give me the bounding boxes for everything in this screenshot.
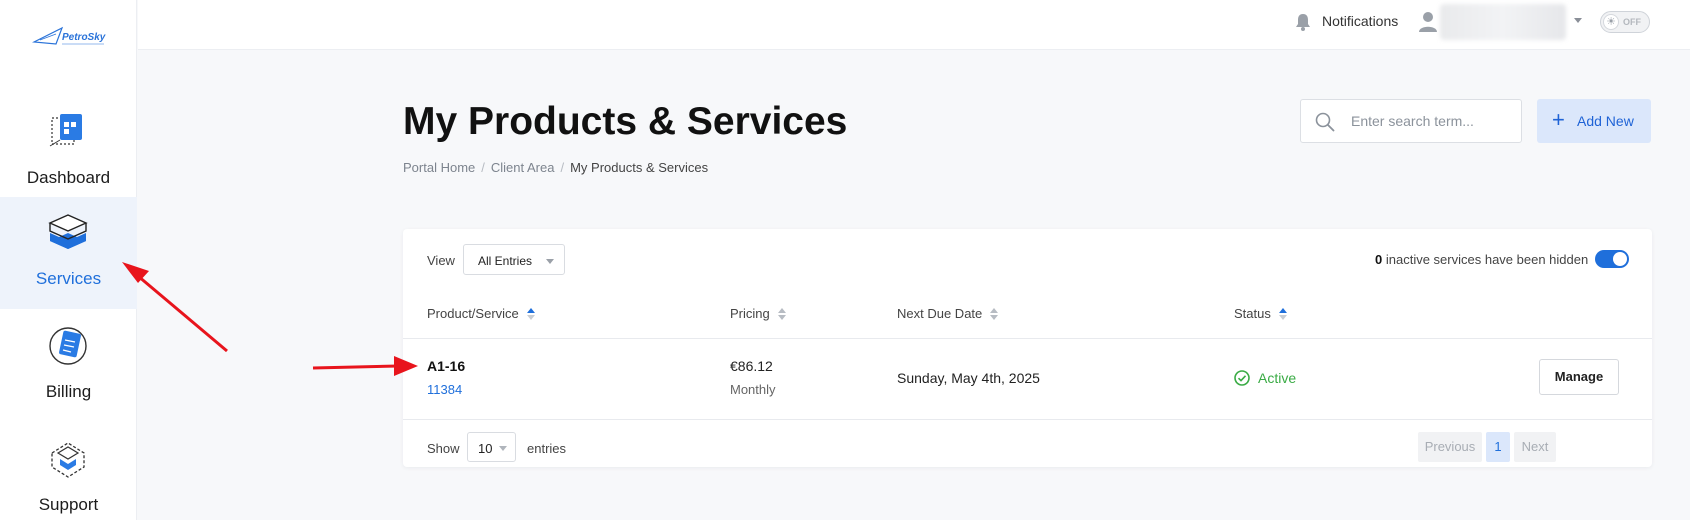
search-box: [1300, 99, 1522, 143]
billing-icon: [49, 327, 87, 365]
view-label: View: [427, 253, 455, 268]
hidden-note-text: inactive services have been hidden: [1385, 252, 1589, 267]
notifications-link[interactable]: Notifications: [1322, 13, 1398, 29]
dashboard-icon: [49, 114, 82, 147]
page-length-select[interactable]: 10: [467, 432, 516, 462]
column-header-label: Product/Service: [427, 306, 519, 321]
petrosky-logo[interactable]: PetroSky: [31, 22, 106, 52]
breadcrumb-client-area[interactable]: Client Area: [491, 160, 555, 175]
chevron-down-icon: [499, 446, 507, 451]
chevron-down-icon: [546, 259, 554, 264]
services-table-card: View All Entries 0 inactive services hav…: [403, 229, 1652, 467]
theme-toggle-label: OFF: [1623, 17, 1641, 27]
services-icon: [48, 214, 88, 249]
pagination-previous[interactable]: Previous: [1418, 432, 1482, 462]
pagination-page[interactable]: 1: [1486, 432, 1510, 462]
column-header-status[interactable]: Status: [1234, 306, 1287, 321]
add-new-button[interactable]: + Add New: [1537, 99, 1651, 143]
product-name[interactable]: A1-16: [427, 358, 465, 374]
entries-label: entries: [527, 441, 567, 456]
sun-icon: ☀: [1603, 14, 1619, 30]
sidebar-item-services[interactable]: Services: [0, 197, 137, 309]
bell-icon[interactable]: [1293, 12, 1313, 32]
support-icon: [51, 442, 85, 478]
product-id-link[interactable]: 11384: [427, 382, 462, 397]
billing-cycle: Monthly: [730, 382, 776, 397]
hidden-count: 0: [1375, 252, 1383, 267]
sidebar-item-billing[interactable]: Billing: [0, 310, 137, 422]
check-circle-icon: [1234, 370, 1250, 386]
view-filter-value: All Entries: [478, 254, 533, 268]
view-filter-select[interactable]: All Entries: [463, 244, 565, 275]
sort-icon: [526, 308, 535, 320]
sidebar-item-label: Dashboard: [26, 168, 111, 187]
sort-icon: [990, 308, 999, 320]
theme-toggle[interactable]: ☀ OFF: [1600, 11, 1650, 33]
breadcrumb-current: My Products & Services: [570, 160, 709, 175]
column-header-label: Next Due Date: [897, 306, 983, 321]
divider: [403, 338, 1652, 339]
user-name-blurred[interactable]: [1440, 4, 1566, 40]
page-title: My Products & Services: [403, 100, 848, 143]
sort-icon: [1278, 308, 1287, 320]
column-header-label: Status: [1234, 306, 1271, 321]
page-length-value: 10: [478, 441, 493, 456]
sidebar-item-label: Support: [38, 495, 99, 514]
search-icon: [1315, 112, 1335, 132]
next-due-date: Sunday, May 4th, 2025: [897, 370, 1040, 386]
column-header-label: Pricing: [730, 306, 770, 321]
sidebar: PetroSky Dashboard Services Billing Supp…: [0, 0, 137, 520]
sidebar-item-support[interactable]: Support: [0, 423, 137, 520]
breadcrumb: Portal Home / Client Area / My Products & Se…: [403, 160, 709, 175]
show-label: Show: [427, 441, 460, 456]
column-header-due-date[interactable]: Next Due Date: [897, 306, 999, 321]
pagination-next[interactable]: Next: [1514, 432, 1556, 462]
status-text: Active: [1258, 370, 1297, 386]
divider: [403, 419, 1652, 420]
logo-text: PetroSky: [62, 32, 106, 43]
user-icon[interactable]: [1418, 11, 1438, 33]
sidebar-item-label: Billing: [45, 382, 92, 401]
column-header-product[interactable]: Product/Service: [427, 306, 535, 321]
manage-button[interactable]: Manage: [1539, 359, 1619, 395]
annotation-arrow-services: [122, 262, 228, 353]
column-header-pricing[interactable]: Pricing: [730, 306, 786, 321]
add-new-label: Add New: [1577, 113, 1634, 129]
sort-icon: [777, 308, 786, 320]
chevron-down-icon[interactable]: [1574, 18, 1582, 23]
plus-icon: +: [1552, 107, 1565, 132]
hide-inactive-toggle[interactable]: [1595, 250, 1629, 268]
product-price: €86.12: [730, 358, 773, 374]
sidebar-item-label: Services: [35, 269, 102, 288]
sidebar-item-dashboard[interactable]: Dashboard: [0, 96, 137, 208]
breadcrumb-portal-home[interactable]: Portal Home: [403, 160, 475, 175]
search-input[interactable]: [1351, 100, 1516, 142]
inactive-hidden-note: 0 inactive services have been hidden: [1375, 252, 1588, 267]
